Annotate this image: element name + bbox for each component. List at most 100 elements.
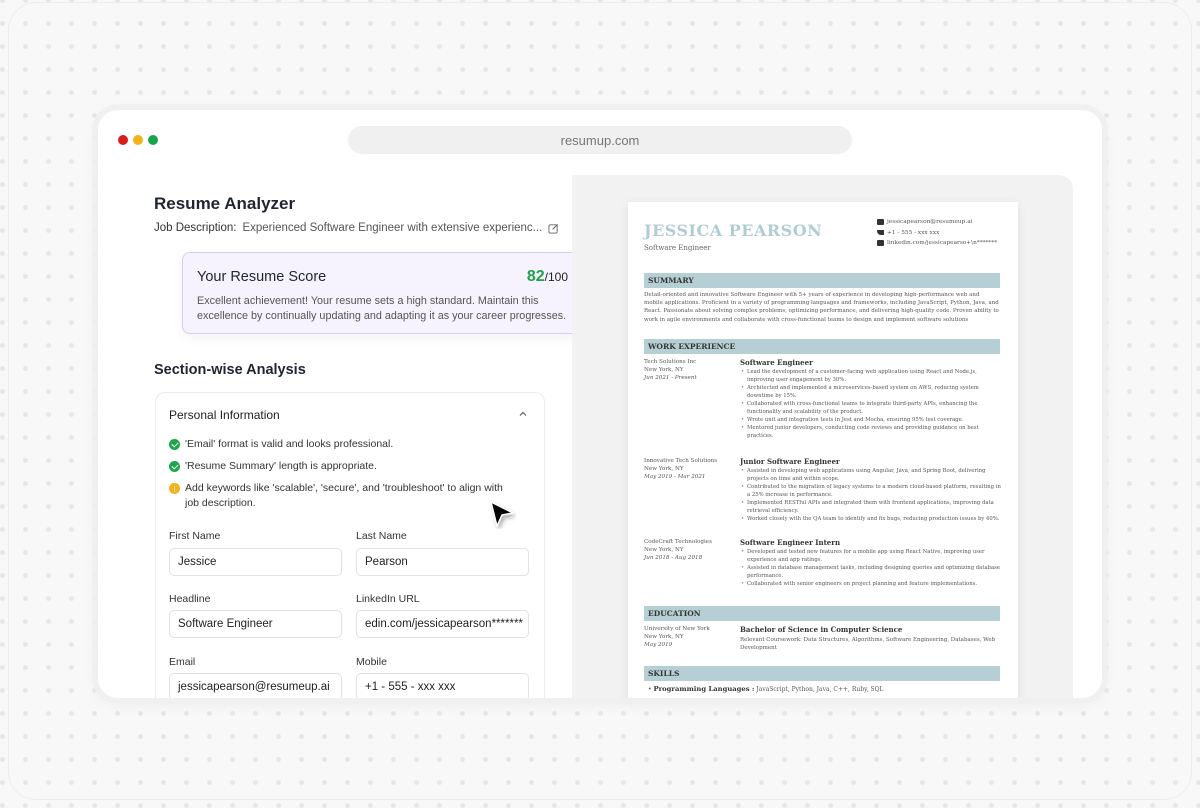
job-company-block: CodeCraft Technologies New York, NY Jun … (644, 538, 739, 563)
window-controls (118, 135, 158, 145)
job-description: Job Description: Experienced Software En… (154, 222, 559, 234)
resume-phone: +1 - 555 - xxx xxx (877, 228, 997, 239)
job-location: New York, NY (644, 367, 684, 374)
resume-linkedin-text: linkedin.com/jessicapearso+\n******* (887, 240, 998, 246)
check-circle-icon (169, 439, 180, 450)
education-school-block: University of New York New York, NY May … (644, 625, 739, 650)
score-title: Your Resume Score (197, 269, 327, 285)
job-bullets: Assisted in developing web applications … (740, 468, 1002, 524)
personal-information-accordion: Personal Information 'Email' format is v… (155, 392, 545, 698)
job-dates: Jun 2018 - Aug 2018 (644, 555, 703, 562)
resume-email-text: jessicapearson@resumeup.ai (887, 219, 973, 225)
check-text: 'Resume Summary' length is appropriate. (185, 460, 377, 472)
check-list: 'Email' format is valid and looks profes… (169, 437, 519, 518)
job-bullet: Lead the development of a customer-facin… (740, 369, 1002, 384)
phone-icon (877, 230, 884, 236)
mobile-label: Mobile (356, 656, 387, 668)
education-location: New York, NY (644, 634, 684, 641)
check-item: Add keywords like 'scalable', 'secure', … (169, 481, 519, 511)
skill-value: JavaScript, Python, Java, C++, Ruby, SQL (754, 686, 884, 693)
job-bullet: Developed and tested new features for a … (740, 549, 1002, 564)
linkedin-label: LinkedIn URL (356, 593, 420, 605)
section-analysis-title: Section-wise Analysis (154, 362, 306, 378)
job-bullet: Assisted in database management tasks, i… (740, 565, 1002, 580)
job-details: Software Engineer Intern Developed and t… (740, 538, 1002, 589)
job-details: Software Engineer Lead the development o… (740, 358, 1002, 441)
browser-window: resumup.com Resume Analyzer Job Descript… (98, 110, 1102, 698)
headline-label: Headline (169, 593, 211, 605)
close-window-dot[interactable] (118, 135, 128, 145)
email-input[interactable]: jessicapearson@resumeup.ai (169, 673, 342, 698)
resume-email: jessicapearson@resumeup.ai (877, 217, 997, 228)
linkedin-icon (877, 240, 884, 247)
headline-input[interactable]: Software Engineer (169, 610, 342, 638)
job-description-value: Experienced Software Engineer with exten… (242, 222, 543, 234)
job-title: Software Engineer (740, 358, 813, 367)
resume-phone-text: +1 - 555 - xxx xxx (887, 229, 940, 236)
resume-section-summary: SUMMARY (644, 273, 1000, 288)
chevron-up-icon[interactable] (518, 409, 528, 419)
job-bullet: Wrote unit and integration tests in Jest… (740, 417, 1002, 425)
job-description-label: Job Description: (154, 222, 237, 234)
job-location: New York, NY (644, 466, 684, 473)
resume-section-skills: SKILLS (644, 666, 1000, 681)
resume-section-work: WORK EXPERIENCE (644, 339, 1000, 354)
resume-summary-text: Detail-oriented and innovative Software … (644, 292, 999, 323)
linkedin-input[interactable]: edin.com/jessicapearson******* (356, 610, 529, 638)
resume-contact: jessicapearson@resumeup.ai +1 - 555 - xx… (877, 217, 997, 249)
job-bullet: Contributed to the migration of legacy s… (740, 484, 1002, 499)
analyzer-panel: Resume Analyzer Job Description: Experie… (98, 170, 583, 698)
job-bullet: Architected and implemented a microservi… (740, 385, 1002, 400)
address-bar[interactable]: resumup.com (348, 126, 852, 154)
job-company-block: Tech Solutions Inc New York, NY Jun 2021… (644, 358, 739, 383)
minimize-window-dot[interactable] (133, 135, 143, 145)
mobile-input[interactable]: +1 - 555 - xxx xxx (356, 673, 529, 698)
score-max: /100 (544, 270, 568, 284)
job-location: New York, NY (644, 547, 684, 554)
resume-score-card: Your Resume Score 82/100 Excellent achie… (182, 252, 583, 334)
job-title: Junior Software Engineer (740, 457, 840, 466)
education-school: University of New York (644, 626, 710, 632)
job-details: Junior Software Engineer Assisted in dev… (740, 457, 1002, 524)
accordion-header[interactable]: Personal Information (169, 408, 280, 422)
job-company: Innovative Tech Solutions (644, 458, 718, 464)
warning-circle-icon (169, 483, 180, 494)
check-item: 'Resume Summary' length is appropriate. (169, 459, 519, 474)
job-bullet: Collaborated with senior engineers on pr… (740, 581, 1002, 589)
resume-skill-item: • Programming Languages : JavaScript, Py… (648, 685, 884, 693)
job-bullet: Mentored junior developers, conducting c… (740, 425, 1002, 440)
maximize-window-dot[interactable] (148, 135, 158, 145)
first-name-input[interactable]: Jessice (169, 548, 342, 576)
job-bullet: Implemented RESTful APIs and integrated … (740, 500, 1002, 515)
score-description: Excellent achievement! Your resume sets … (197, 295, 567, 322)
email-label: Email (169, 656, 196, 668)
edit-icon[interactable] (548, 223, 559, 234)
check-item: 'Email' format is valid and looks profes… (169, 437, 519, 452)
score-value: 82/100 (527, 268, 568, 286)
resume-preview-panel: JESSICA PEARSON Software Engineer jessic… (572, 175, 1073, 698)
job-company: Tech Solutions Inc (644, 359, 697, 365)
check-text: 'Email' format is valid and looks profes… (185, 438, 394, 450)
mail-icon (877, 219, 884, 226)
job-bullet: Worked closely with the QA team to ident… (740, 516, 1002, 524)
last-name-input[interactable]: Pearson (356, 548, 529, 576)
page-title: Resume Analyzer (154, 194, 296, 213)
resume-section-education: EDUCATION (644, 606, 1000, 621)
education-coursework: Relevant Coursework: Data Structures, Al… (740, 637, 996, 652)
education-degree: Bachelor of Science in Computer Science (740, 625, 903, 634)
mouse-pointer-icon (490, 501, 514, 527)
job-company: CodeCraft Technologies (644, 539, 712, 545)
education-dates: May 2019 (644, 642, 673, 649)
job-dates: May 2019 - Mar 2021 (644, 474, 706, 481)
last-name-label: Last Name (356, 530, 407, 542)
job-title: Software Engineer Intern (740, 538, 841, 547)
job-bullets: Lead the development of a customer-facin… (740, 369, 1002, 441)
job-bullet: Assisted in developing web applications … (740, 468, 1002, 483)
job-dates: Jun 2021 - Present (644, 375, 697, 382)
check-circle-icon (169, 461, 180, 472)
skill-label: Programming Languages : (653, 685, 755, 693)
first-name-label: First Name (169, 530, 221, 542)
resume-role: Software Engineer (644, 244, 711, 252)
check-text: Add keywords like 'scalable', 'secure', … (185, 482, 503, 509)
score-number: 82 (526, 268, 545, 285)
